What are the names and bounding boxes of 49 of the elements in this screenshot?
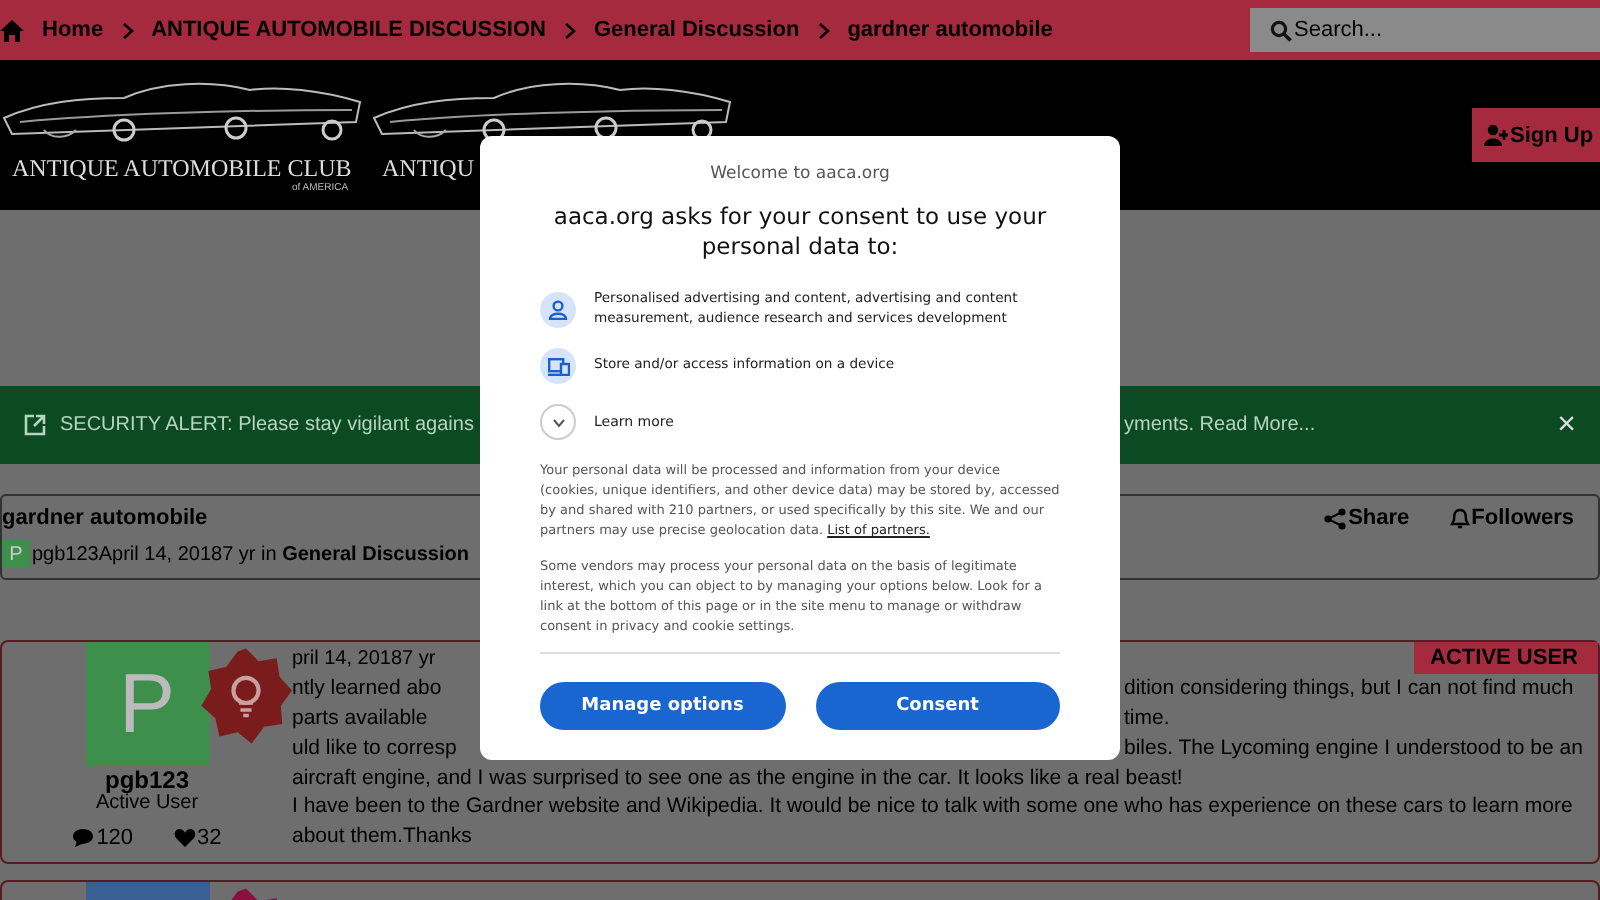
person-icon: [540, 291, 576, 327]
expand-button[interactable]: [540, 404, 576, 440]
consent-button[interactable]: Consent: [815, 682, 1060, 730]
breadcrumb-link[interactable]: ANTIQUE AUTOMOBILE DISCUSSION: [151, 18, 546, 42]
breadcrumb-link[interactable]: General Discussion: [593, 18, 800, 42]
post-text: ntly learned abo: [292, 675, 442, 699]
post-text: biles. The Lycoming engine I understood to be an: [1124, 735, 1583, 759]
topic-title: gardner automobile: [2, 506, 208, 530]
post-text: dition considering things, but I can not find much: [1124, 675, 1574, 699]
post-text: aircraft engine, and I was surprised to see one as the engine in the car. It looks like a real beast!: [292, 765, 1183, 789]
sign-up-button[interactable]: Sign Up: [1472, 108, 1600, 162]
speech-bubble-icon: [72, 828, 95, 848]
search-field[interactable]: Search...: [1250, 8, 1600, 52]
chevron-down-icon: [551, 417, 565, 427]
rank-tag: ACTIVE USER: [1414, 642, 1598, 674]
topic-byline: pgb123April 14, 20187 yr in General Discussion: [32, 543, 469, 565]
manage-options-button[interactable]: Manage options: [540, 682, 785, 730]
chevron-icon: [121, 21, 134, 39]
breadcrumb-link[interactable]: gardner automobile: [847, 18, 1053, 42]
logo-text: ANTIQU: [382, 154, 474, 182]
home-icon: [0, 19, 24, 41]
comment-count: 120: [72, 826, 134, 850]
share-icon: [1324, 507, 1347, 529]
like-count: 32: [173, 826, 222, 850]
avatar: P: [2, 540, 30, 568]
post-text: parts available: [292, 705, 428, 729]
post-text: uld like to corresp: [292, 735, 457, 759]
chevron-icon: [817, 21, 830, 39]
avatar: P: [85, 642, 209, 766]
logo-text: ANTIQUE AUTOMOBILE CLUB: [12, 154, 352, 182]
heart-icon: [173, 828, 196, 848]
share-button[interactable]: Share: [1324, 506, 1410, 530]
bell-icon: [1449, 507, 1470, 529]
followers-button[interactable]: Followers: [1449, 506, 1574, 530]
post-text: I have been to the Gardner website and Wikipedia. It would be nice to talk with some one who has experience on these cars to learn more about them.Thanks: [292, 794, 1573, 848]
post-date: pril 14, 20187 yr: [292, 648, 436, 670]
chevron-icon: [563, 21, 576, 39]
dialog-title: aaca.org asks for your consent to use your personal data to:: [551, 202, 1049, 262]
user-rank: Active User: [95, 792, 199, 814]
close-button[interactable]: ×: [1557, 409, 1576, 441]
author-name[interactable]: pgb123: [104, 768, 189, 792]
external-link-icon: [24, 414, 46, 436]
alert-text: SECURITY ALERT: Please stay vigilant agains: [60, 414, 474, 436]
dialog-subtitle: Welcome to aaca.org: [708, 164, 892, 184]
post-text: time.: [1124, 705, 1170, 729]
devices-icon: [540, 348, 576, 384]
breadcrumb-link[interactable]: Home: [42, 18, 104, 42]
add-user-icon: [1484, 124, 1508, 146]
read-more-link[interactable]: yments. Read More...: [1124, 414, 1316, 436]
